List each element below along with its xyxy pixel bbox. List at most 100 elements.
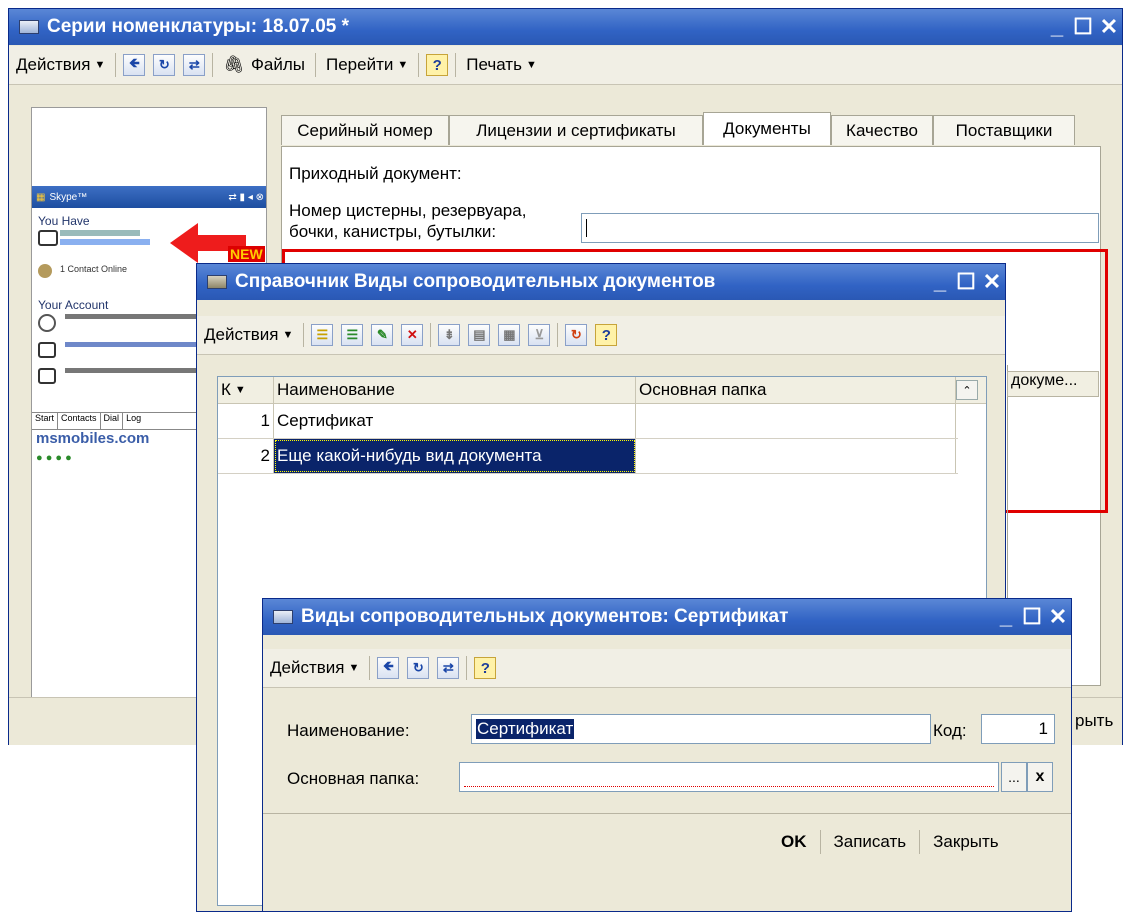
files-button[interactable]: 🖇 Файлы bbox=[216, 50, 312, 80]
goto-menu[interactable]: Перейти ▼ bbox=[319, 50, 415, 80]
cert-title: Виды сопроводительных документов: Сертиф… bbox=[301, 606, 789, 627]
tab-serial-number[interactable]: Серийный номер bbox=[281, 115, 449, 145]
add-item-icon[interactable]: ☰ bbox=[311, 324, 334, 346]
back-arrow-icon[interactable]: 🡸 bbox=[377, 657, 400, 679]
chevron-down-icon: ▼ bbox=[282, 329, 294, 341]
tank-label-line1: Номер цистерны, резервуара, bbox=[289, 201, 527, 220]
folder-input[interactable] bbox=[459, 762, 999, 792]
goto-icon[interactable]: ⇄ bbox=[183, 54, 206, 76]
close-form-button[interactable]: Закрыть bbox=[923, 827, 1008, 857]
chevron-down-icon: ▼ bbox=[525, 59, 537, 71]
main-titlebar[interactable]: Серии номенклатуры: 18.07.05 * _ ☐ ✕ bbox=[9, 9, 1122, 45]
blurred-line-link bbox=[60, 239, 150, 245]
cert-button-row: OK Записать Закрыть bbox=[771, 827, 1009, 857]
incoming-doc-label: Приходный документ: bbox=[289, 164, 462, 183]
edit-icon[interactable]: ✎ bbox=[371, 324, 394, 346]
tab-quality[interactable]: Качество bbox=[831, 115, 933, 145]
tab-licenses[interactable]: Лицензии и сертификаты bbox=[449, 115, 703, 145]
cert-window: Виды сопроводительных документов: Сертиф… bbox=[262, 598, 1072, 912]
filter-icon[interactable]: ⊻ bbox=[528, 324, 551, 346]
monitor-icon bbox=[38, 342, 56, 358]
row-code: 1 bbox=[218, 404, 274, 438]
scroll-up-icon[interactable]: ⌃ bbox=[956, 380, 978, 400]
refresh-icon[interactable]: ↻ bbox=[153, 54, 176, 76]
name-value: Сертификат bbox=[476, 719, 575, 739]
clear-folder-button[interactable]: x bbox=[1027, 762, 1053, 792]
refresh-icon[interactable]: ↻ bbox=[565, 324, 588, 346]
col-folder[interactable]: Основная папка bbox=[636, 377, 956, 403]
book-icon bbox=[207, 275, 227, 289]
contact-icon bbox=[38, 264, 52, 278]
phone-tab-log: Log bbox=[126, 413, 142, 423]
print-menu[interactable]: Печать ▼ bbox=[459, 50, 544, 80]
blurred-line bbox=[60, 230, 140, 236]
help-icon[interactable]: ? bbox=[474, 657, 497, 679]
phone-bottom-icons: ● ● ● ● bbox=[36, 452, 72, 464]
minimize-button[interactable]: _ bbox=[993, 604, 1019, 630]
close-button[interactable]: ✕ bbox=[1096, 14, 1122, 40]
catalog-icon bbox=[273, 610, 293, 624]
cert-divider bbox=[263, 813, 1071, 814]
name-input[interactable]: Сертификат bbox=[471, 714, 931, 744]
your-account-label: Your Account bbox=[38, 298, 109, 312]
toolbar-separator bbox=[303, 323, 305, 347]
table-settings-icon[interactable]: ▦ bbox=[498, 324, 521, 346]
tab-suppliers[interactable]: Поставщики bbox=[933, 115, 1075, 145]
tank-label-line2: бочки, канистры, бутылки: bbox=[289, 222, 497, 241]
skype-icon bbox=[38, 314, 56, 332]
text-cursor bbox=[586, 219, 587, 237]
hierarchy-icon[interactable]: ⇟ bbox=[438, 324, 461, 346]
toolbar-separator bbox=[557, 323, 559, 347]
code-input[interactable]: 1 bbox=[981, 714, 1055, 744]
delete-icon[interactable]: ✕ bbox=[401, 324, 424, 346]
tab-documents[interactable]: Документы bbox=[703, 112, 831, 145]
add-group-icon[interactable]: ☰ bbox=[341, 324, 364, 346]
goto-icon[interactable]: ⇄ bbox=[437, 657, 460, 679]
refresh-icon[interactable]: ↻ bbox=[407, 657, 430, 679]
watermark: msmobiles.com bbox=[36, 430, 150, 447]
toolbar-separator bbox=[430, 323, 432, 347]
toolbar-separator bbox=[466, 656, 468, 680]
col-name[interactable]: Наименование bbox=[274, 377, 636, 403]
ok-button[interactable]: OK bbox=[771, 827, 817, 857]
tank-number-input[interactable] bbox=[581, 213, 1099, 243]
name-label: Наименование: bbox=[287, 721, 410, 740]
code-label: Код: bbox=[933, 721, 967, 740]
minimize-button[interactable]: _ bbox=[927, 269, 953, 295]
toolbar-separator bbox=[455, 53, 457, 77]
col-code[interactable]: К ▼ bbox=[218, 377, 274, 403]
monitor-icon bbox=[38, 368, 56, 384]
contact-online-label: 1 Contact Online bbox=[60, 264, 128, 274]
doc-types-titlebar[interactable]: Справочник Виды сопроводительных докумен… bbox=[197, 264, 1005, 300]
close-button[interactable]: ✕ bbox=[1045, 604, 1071, 630]
back-arrow-icon[interactable]: 🡸 bbox=[123, 54, 146, 76]
folder-view-icon[interactable]: ▤ bbox=[468, 324, 491, 346]
main-toolbar: Действия ▼ 🡸 ↻ ⇄ 🖇 Файлы Перейти ▼ ? Печать… bbox=[9, 46, 1122, 85]
folder-label: Основная папка: bbox=[287, 769, 420, 788]
phone-status-icons: ⇄ ▮ ◂ ⊗ bbox=[228, 191, 264, 203]
row-folder bbox=[636, 439, 956, 473]
windows-flag-icon: ▦ bbox=[36, 191, 46, 203]
close-button-partial[interactable]: рыть bbox=[1075, 711, 1113, 731]
maximize-button[interactable]: ☐ bbox=[1019, 604, 1045, 630]
toolbar-separator bbox=[115, 53, 117, 77]
select-folder-button[interactable]: ... bbox=[1001, 762, 1027, 792]
cert-toolbar: Действия ▼ 🡸 ↻ ⇄ ? bbox=[263, 649, 1071, 688]
actions-menu[interactable]: Действия ▼ bbox=[197, 320, 300, 350]
toolbar-separator bbox=[314, 53, 316, 77]
maximize-button[interactable]: ☐ bbox=[1070, 14, 1096, 40]
cert-titlebar[interactable]: Виды сопроводительных документов: Сертиф… bbox=[263, 599, 1071, 635]
table-row[interactable]: 2 Еще какой-нибудь вид документа bbox=[218, 439, 958, 474]
actions-menu[interactable]: Действия ▼ bbox=[9, 50, 112, 80]
table-row[interactable]: 1 Сертификат bbox=[218, 404, 958, 439]
actions-menu[interactable]: Действия ▼ bbox=[263, 653, 366, 683]
save-button[interactable]: Записать bbox=[824, 827, 917, 857]
phone-tab-contacts: Contacts bbox=[58, 413, 101, 429]
minimize-button[interactable]: _ bbox=[1044, 14, 1070, 40]
help-icon[interactable]: ? bbox=[426, 54, 449, 76]
grid-header: К ▼ Наименование Основная папка ⌃ bbox=[218, 377, 986, 404]
maximize-button[interactable]: ☐ bbox=[953, 269, 979, 295]
help-icon[interactable]: ? bbox=[595, 324, 618, 346]
you-have-label: You Have bbox=[38, 214, 90, 228]
close-button[interactable]: ✕ bbox=[979, 269, 1005, 295]
